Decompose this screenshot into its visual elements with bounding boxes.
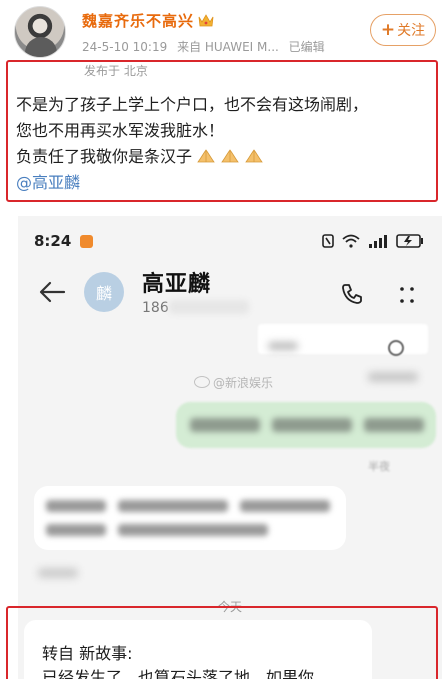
username-text[interactable]: 魏嘉齐乐不高兴 — [82, 12, 194, 30]
contact-header: 麟 高亚麟 186 — [18, 256, 442, 330]
contact-avatar[interactable]: 麟 — [84, 272, 124, 312]
battery-icon — [396, 234, 423, 248]
blurred-text — [268, 342, 298, 350]
status-icons — [322, 234, 424, 248]
watermark-text: @新浪娱乐 — [213, 376, 274, 390]
wifi-icon — [342, 234, 360, 248]
more-vertical-icon[interactable] — [396, 284, 418, 306]
user-avatar[interactable] — [14, 6, 66, 58]
blurred-text — [46, 524, 106, 536]
blurred-text — [190, 418, 260, 432]
post-header: 魏嘉齐乐不高兴 24-5-10 10:19 来自 HUAWEI M... 已编辑… — [0, 0, 444, 58]
post-edited[interactable]: 已编辑 — [289, 40, 325, 54]
hands-group — [196, 144, 268, 170]
post-line-1: 不是为了孩子上学上个户口，也不会有这场闹剧， — [16, 95, 369, 114]
blurred-text — [272, 418, 352, 432]
redacted-number — [168, 300, 249, 314]
blurred-text — [118, 524, 268, 536]
blurred-label: 半夜 — [368, 460, 390, 473]
praying-hands-icon — [197, 149, 215, 163]
praying-hands-icon — [221, 149, 239, 163]
sent-message-bubble — [176, 402, 436, 448]
username[interactable]: 魏嘉齐乐不高兴 — [82, 10, 214, 31]
contact-name: 高亚麟 — [142, 272, 212, 297]
notification-badge-icon — [80, 235, 93, 248]
blurred-text — [240, 500, 330, 512]
follow-label: 关注 — [397, 23, 426, 39]
highlight-box — [6, 606, 438, 679]
nfc-icon — [322, 234, 334, 248]
status-time: 8:24 — [34, 232, 72, 250]
blurred-text — [46, 500, 106, 512]
contact-number: 186 — [142, 300, 249, 316]
post-line-3-text: 负责任了我敬你是条汉子 — [16, 147, 193, 166]
blurred-time — [368, 372, 418, 382]
blurred-text — [364, 418, 424, 432]
status-bar: 8:24 — [18, 216, 442, 256]
crown-icon — [198, 14, 214, 27]
post-text: 不是为了孩子上学上个户口，也不会有这场闹剧， 您也不用再买水军泼我脏水！ 负责任… — [16, 92, 434, 196]
post-line-3: 负责任了我敬你是条汉子 — [16, 144, 434, 170]
post-line-2: 您也不用再买水军泼我脏水！ — [16, 121, 225, 140]
phone-call-icon[interactable] — [340, 282, 364, 306]
post-source: 来自 HUAWEI M... — [177, 40, 279, 54]
follow-button[interactable]: + 关注 — [370, 14, 436, 46]
mention-link[interactable]: @高亚麟 — [16, 170, 434, 196]
received-message-bubble — [34, 486, 346, 550]
praying-hands-icon — [245, 149, 263, 163]
post-location: 发布于 北京 — [84, 64, 148, 78]
contact-number-prefix: 186 — [142, 300, 169, 316]
post-meta: 24-5-10 10:19 来自 HUAWEI M... 已编辑 — [82, 38, 331, 55]
blurred-text — [118, 500, 228, 512]
signal-icon — [369, 235, 387, 248]
back-arrow-icon[interactable] — [38, 280, 66, 304]
weibo-logo-icon — [194, 376, 210, 388]
emoji-icon — [388, 340, 404, 356]
follow-plus-icon: + — [380, 20, 396, 40]
post-date: 24-5-10 10:19 — [82, 40, 168, 54]
post-content-box: 发布于 北京 不是为了孩子上学上个户口，也不会有这场闹剧， 您也不用再买水军泼我… — [6, 60, 438, 202]
blurred-time — [38, 568, 78, 578]
watermark: @新浪娱乐 — [194, 374, 273, 391]
